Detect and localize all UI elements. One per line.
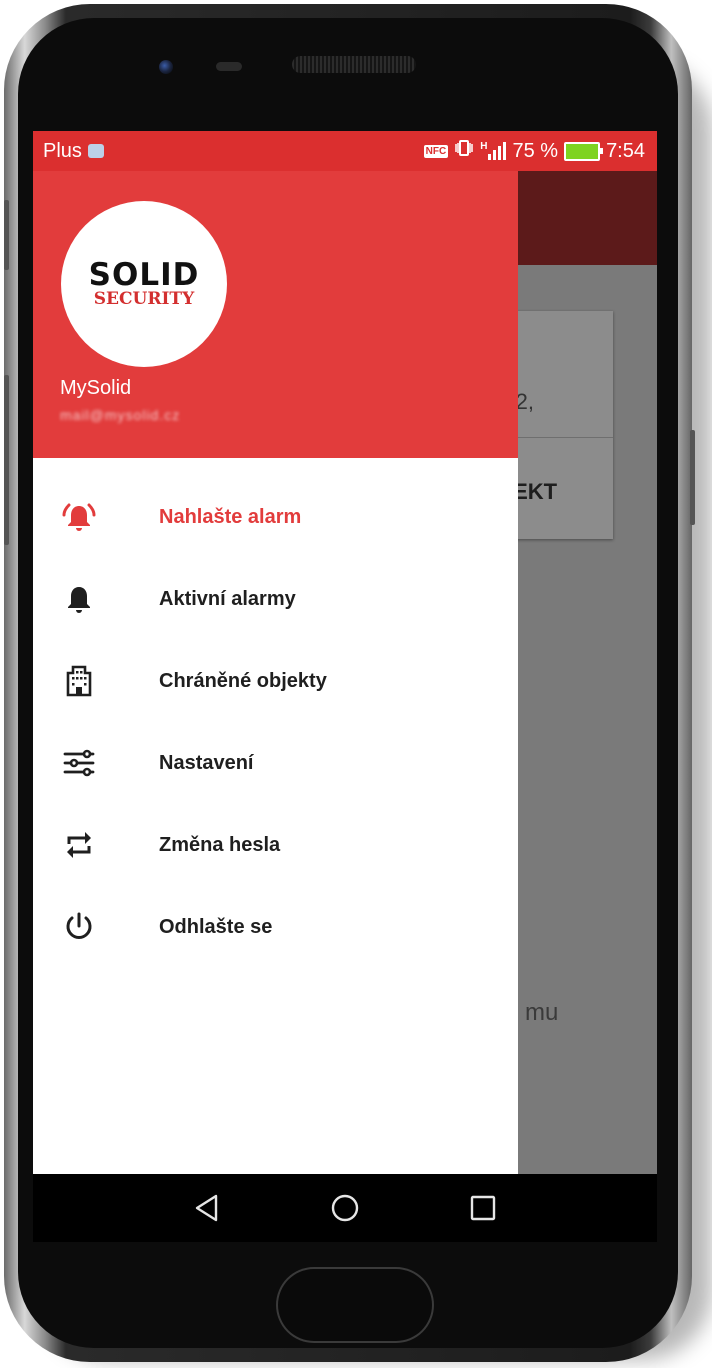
- user-email: mail@mysolid.cz: [60, 407, 181, 423]
- alarm-bell-icon: [61, 499, 97, 535]
- front-camera: [159, 60, 173, 74]
- bell-icon: [61, 581, 97, 617]
- signal-h-icon: H: [480, 142, 507, 160]
- side-button: [4, 375, 9, 545]
- sliders-icon: [61, 745, 97, 781]
- menu-item-logout[interactable]: Odhlašte se: [33, 886, 518, 968]
- battery-charging-icon: [564, 141, 604, 161]
- logo-text-security: SECURITY: [93, 289, 195, 309]
- earpiece-speaker: [292, 56, 416, 73]
- menu-item-protected-objects[interactable]: Chráněné objekty: [33, 640, 518, 722]
- repeat-icon: [61, 827, 97, 863]
- background-body-text: mu: [525, 999, 559, 1026]
- nfc-icon: NFC: [423, 144, 449, 158]
- physical-home-button[interactable]: [276, 1267, 434, 1343]
- screen: Plus NFC H 75 % 7:54 79/2, BJEKT mu: [33, 131, 657, 1174]
- vibrate-icon: [454, 139, 474, 163]
- menu-item-label: Nastavení: [159, 751, 254, 774]
- power-icon: [61, 909, 97, 945]
- menu-item-label: Aktivní alarmy: [159, 587, 296, 610]
- status-bar: Plus NFC H 75 % 7:54: [33, 131, 657, 171]
- menu-item-report-alarm[interactable]: Nahlašte alarm: [33, 476, 518, 558]
- menu-item-label: Změna hesla: [159, 833, 281, 856]
- clock: 7:54: [606, 139, 645, 162]
- user-name: MySolid: [60, 377, 132, 399]
- menu-item-settings[interactable]: Nastavení: [33, 722, 518, 804]
- status-bar-right: NFC H 75 % 7:54: [423, 139, 657, 163]
- power-side-button: [690, 430, 695, 525]
- menu-item-active-alarms[interactable]: Aktivní alarmy: [33, 558, 518, 640]
- back-icon[interactable]: [185, 1186, 229, 1230]
- battery-percent: 75 %: [512, 139, 559, 162]
- carrier-name: Plus: [43, 139, 82, 162]
- logo-text-solid: SOLID: [88, 257, 200, 293]
- navigation-bar: [33, 1174, 657, 1242]
- recents-icon[interactable]: [461, 1186, 505, 1230]
- menu-item-label: Chráněné objekty: [159, 669, 327, 692]
- volume-button: [4, 200, 9, 270]
- app-notification-icon: [87, 144, 104, 158]
- menu-item-label: Nahlašte alarm: [159, 505, 302, 528]
- company-logo: SOLID SECURITY: [61, 201, 227, 367]
- proximity-sensor: [216, 62, 242, 71]
- menu-item-label: Odhlašte se: [159, 915, 273, 938]
- building-icon: [61, 663, 97, 699]
- home-icon[interactable]: [323, 1186, 367, 1230]
- menu-item-change-password[interactable]: Změna hesla: [33, 804, 518, 886]
- drawer-header: SOLID SECURITY MySolid mail@mysolid.cz: [33, 171, 518, 458]
- navigation-drawer: SOLID SECURITY MySolid mail@mysolid.cz N…: [33, 171, 518, 1174]
- status-bar-left: Plus: [33, 140, 104, 163]
